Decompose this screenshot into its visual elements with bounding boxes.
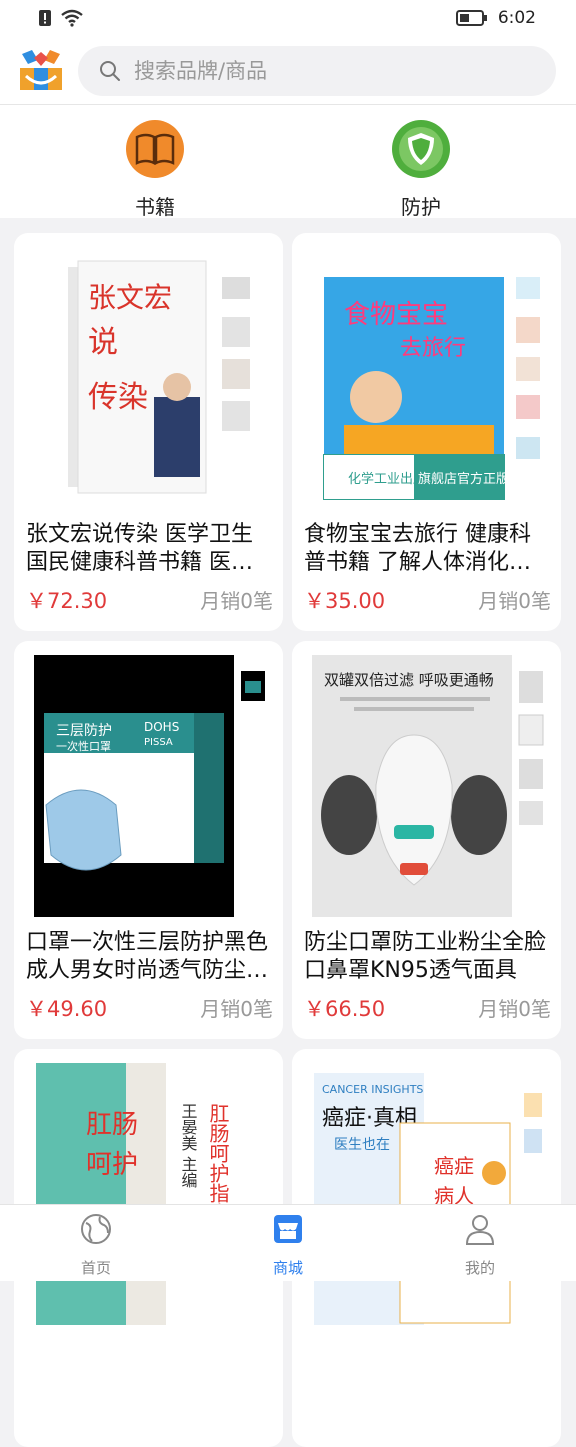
product-sales: 月销0笔: [200, 997, 273, 1021]
svg-text:说: 说: [88, 325, 118, 360]
tab-label: 首页: [80, 1259, 111, 1277]
user-icon: [465, 1215, 495, 1245]
svg-text:癌症: 癌症: [434, 1154, 474, 1178]
book-icon: [126, 120, 184, 178]
svg-text:三层防护: 三层防护: [56, 723, 112, 739]
tab-store[interactable]: 商城: [228, 1211, 348, 1278]
category-protection[interactable]: 防护: [361, 119, 481, 220]
product-price: ￥49.60: [26, 997, 108, 1021]
product-sales: 月销0笔: [478, 997, 551, 1021]
category-label: 防护: [401, 195, 441, 219]
product-price: ￥35.00: [304, 589, 386, 613]
category-bar: 书籍 防护: [0, 105, 576, 220]
status-bar: 6:02: [0, 0, 576, 40]
product-sales: 月销0笔: [478, 589, 551, 613]
battery-icon: [455, 10, 487, 26]
product-image: CANCER INSIGHTS 癌症·真相 医生也在 癌症 病人: [314, 1073, 542, 1325]
product-card[interactable]: 食物宝宝 去旅行 化学工业出版社 旗舰店官方正版 食物宝宝去旅行 健康科普书籍 …: [292, 233, 561, 631]
svg-text:PISSA: PISSA: [144, 737, 173, 748]
tab-home[interactable]: 首页: [36, 1211, 156, 1278]
svg-text:传染: 传染: [88, 380, 148, 415]
product-image: 食物宝宝 去旅行 化学工业出版社 旗舰店官方正版: [304, 247, 549, 509]
svg-text:肛肠: 肛肠: [86, 1110, 138, 1140]
bottom-tab-bar: 首页 商城 我的: [0, 1204, 576, 1281]
product-image: 张文宏 说 传染: [26, 247, 271, 509]
product-card[interactable]: 三层防护 一次性口罩 DOHS PISSA 口罩一次性三层防护黑色成人男女时尚透…: [14, 641, 283, 1039]
alert-icon: [39, 10, 51, 26]
category-label: 书籍: [135, 195, 175, 219]
top-header: [0, 40, 576, 105]
svg-text:去旅行: 去旅行: [400, 336, 466, 361]
svg-text:双罐双倍过滤 呼吸更通畅: 双罐双倍过滤 呼吸更通畅: [324, 671, 494, 689]
product-title: 食物宝宝去旅行 健康科普书籍 了解人体消化系统 儿童绘本: [304, 522, 531, 575]
status-time: 6:02: [497, 8, 536, 28]
product-title: 张文宏说传染 医学卫生 国民健康科普书籍 医学科普知识读物: [26, 522, 253, 575]
tab-mine[interactable]: 我的: [420, 1211, 540, 1278]
wifi-icon: [61, 9, 83, 27]
svg-text:张文宏: 张文宏: [88, 281, 172, 314]
svg-text:医生也在: 医生也在: [334, 1137, 390, 1153]
category-books[interactable]: 书籍: [95, 119, 215, 220]
search-icon: [100, 61, 120, 81]
svg-text:食物宝宝: 食物宝宝: [344, 300, 448, 330]
product-price: ￥72.30: [26, 589, 108, 613]
svg-text:DOHS: DOHS: [144, 720, 179, 734]
product-title: 防尘口罩防工业粉尘全脸口鼻罩KN95透气面具: [304, 930, 547, 983]
product-card[interactable]: 双罐双倍过滤 呼吸更通畅 防尘口罩防工业粉尘全脸口鼻罩KN95透气面具 ￥66.…: [292, 641, 561, 1039]
tab-label: 我的: [464, 1259, 495, 1277]
svg-text:一次性口罩: 一次性口罩: [56, 739, 111, 753]
product-price: ￥66.50: [304, 997, 386, 1021]
product-card[interactable]: 张文宏 说 传染 张文宏说传染 医学卫生 国民健康科普书籍 医学科普知识读物 ￥…: [14, 233, 283, 631]
app-logo: [20, 50, 62, 90]
product-title: 口罩一次性三层防护黑色成人男女时尚透气防尘口罩: [26, 930, 269, 983]
svg-text:CANCER INSIGHTS: CANCER INSIGHTS: [322, 1083, 423, 1096]
product-image: 双罐双倍过滤 呼吸更通畅: [312, 655, 544, 917]
product-sales: 月销0笔: [200, 589, 273, 613]
search-input[interactable]: [134, 46, 534, 96]
svg-text:王晏美 主编: 王晏美 主编: [179, 1103, 198, 1188]
shield-icon: [392, 120, 450, 178]
tab-label: 商城: [272, 1259, 303, 1277]
svg-text:呵护: 呵护: [86, 1150, 138, 1180]
store-icon: [274, 1215, 302, 1243]
product-image: 三层防护 一次性口罩 DOHS PISSA: [34, 655, 265, 917]
search-bar[interactable]: [78, 46, 556, 96]
globe-icon: [81, 1214, 111, 1244]
svg-text:旗舰店官方正版: 旗舰店官方正版: [418, 471, 509, 487]
product-image: 肛肠 呵护 肛肠呵护指南 王晏美 主编: [36, 1063, 256, 1325]
